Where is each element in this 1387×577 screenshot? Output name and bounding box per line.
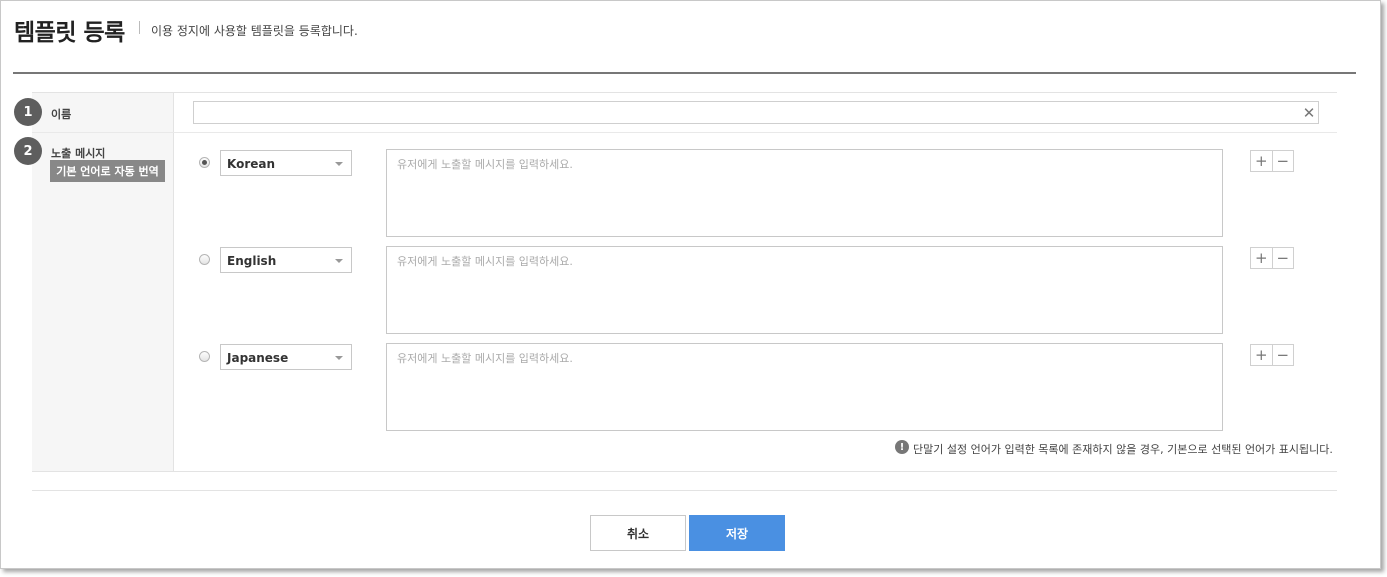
message-label: 노출 메시지: [51, 147, 106, 160]
message-placeholder: 유저에게 노출할 메시지를 입력하세요.: [397, 352, 573, 365]
clear-icon[interactable]: ✕: [1302, 106, 1316, 121]
language-select-value: Korean: [227, 157, 276, 171]
row-divider: [32, 132, 1337, 133]
row-controls-korean: + −: [1250, 150, 1294, 172]
exclamation-icon: !: [895, 440, 909, 454]
language-select-value: Japanese: [227, 351, 289, 365]
language-select-korean[interactable]: Korean: [220, 150, 352, 176]
name-input[interactable]: [193, 101, 1319, 124]
plus-icon[interactable]: +: [1251, 151, 1272, 171]
header-divider: [13, 72, 1356, 74]
language-select-english[interactable]: English: [220, 247, 352, 273]
language-select-japanese[interactable]: Japanese: [220, 344, 352, 370]
message-textarea-english[interactable]: 유저에게 노출할 메시지를 입력하세요.: [386, 246, 1223, 334]
language-fallback-notice: 단말기 설정 언어가 입력한 목록에 존재하지 않을 경우, 기본으로 선택된 …: [913, 443, 1333, 456]
cancel-button[interactable]: 취소: [590, 515, 686, 551]
default-language-radio-english[interactable]: [199, 254, 210, 265]
minus-icon[interactable]: −: [1271, 248, 1294, 268]
auto-translate-button[interactable]: 기본 언어로 자동 번역: [50, 160, 165, 182]
language-select-value: English: [227, 254, 277, 268]
save-button[interactable]: 저장: [689, 515, 785, 551]
plus-icon[interactable]: +: [1251, 248, 1272, 268]
message-textarea-japanese[interactable]: 유저에게 노출할 메시지를 입력하세요.: [386, 343, 1223, 431]
row-controls-japanese: + −: [1250, 344, 1294, 366]
row-controls-english: + −: [1250, 247, 1294, 269]
step-badge-2: 2: [14, 137, 42, 165]
chevron-down-icon: [335, 259, 343, 263]
minus-icon[interactable]: −: [1271, 151, 1294, 171]
message-placeholder: 유저에게 노출할 메시지를 입력하세요.: [397, 255, 573, 268]
footer-divider: [32, 490, 1337, 491]
plus-icon[interactable]: +: [1251, 345, 1272, 365]
chevron-down-icon: [335, 356, 343, 360]
default-language-radio-japanese[interactable]: [199, 351, 210, 362]
message-textarea-korean[interactable]: 유저에게 노출할 메시지를 입력하세요.: [386, 149, 1223, 237]
page-title: 템플릿 등록: [14, 20, 125, 46]
step-badge-1: 1: [14, 98, 42, 126]
template-register-dialog: 템플릿 등록 이용 정지에 사용할 템플릿을 등록합니다. 1 이름 ✕ 2 노…: [0, 0, 1381, 569]
default-language-radio-korean[interactable]: [199, 157, 210, 168]
minus-icon[interactable]: −: [1271, 345, 1294, 365]
title-divider: [139, 21, 140, 34]
page-subtitle: 이용 정지에 사용할 템플릿을 등록합니다.: [151, 24, 358, 38]
name-label: 이름: [51, 108, 72, 121]
chevron-down-icon: [335, 162, 343, 166]
message-placeholder: 유저에게 노출할 메시지를 입력하세요.: [397, 158, 573, 171]
